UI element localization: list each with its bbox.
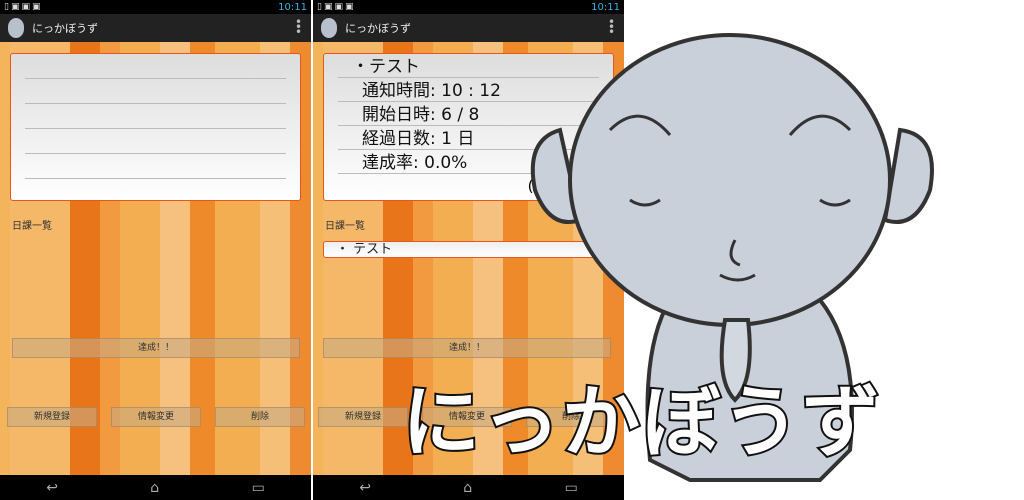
- list-label: 日課一覧: [12, 221, 52, 232]
- recent-apps-icon[interactable]: ▭: [252, 480, 265, 496]
- delete-button[interactable]: 削除: [215, 407, 305, 427]
- status-bar: ▯▣▣▣ 10:11: [313, 0, 624, 14]
- back-icon[interactable]: ↩: [46, 480, 58, 496]
- app-title: にっかぼうず: [32, 22, 98, 35]
- new-register-button[interactable]: 新規登録: [7, 407, 97, 427]
- phone-screen-empty: ▯▣▣▣ 10:11 にっかぼうず • • • 日課一覧 達成！！ 新規登録 情報変更 …: [0, 0, 311, 500]
- new-register-button[interactable]: 新規登録: [318, 407, 408, 427]
- nav-bar: ↩ ⌂ ▭: [0, 475, 311, 500]
- status-bar: ▯▣▣▣ 10:11: [0, 0, 311, 14]
- action-bar: にっかぼうず • • •: [0, 14, 311, 42]
- clock: 10:11: [591, 1, 620, 13]
- list-label: 日課一覧: [325, 221, 365, 232]
- home-icon[interactable]: ⌂: [150, 480, 159, 496]
- notification-icons: ▯▣▣▣: [4, 2, 43, 12]
- home-icon[interactable]: ⌂: [463, 480, 472, 496]
- promo-title-logo: にっかぼうず: [400, 376, 883, 470]
- edit-info-button[interactable]: 情報変更: [111, 407, 201, 427]
- achieve-button[interactable]: 達成！！: [12, 338, 300, 358]
- clock: 10:11: [278, 1, 307, 13]
- task-detail-card: [10, 53, 301, 201]
- app-logo-icon: [8, 18, 24, 38]
- back-icon[interactable]: ↩: [359, 480, 371, 496]
- app-logo-icon: [321, 18, 337, 38]
- notification-icons: ▯▣▣▣: [317, 2, 356, 12]
- app-title: にっかぼうず: [345, 22, 411, 35]
- overflow-menu-icon[interactable]: • • •: [295, 16, 302, 38]
